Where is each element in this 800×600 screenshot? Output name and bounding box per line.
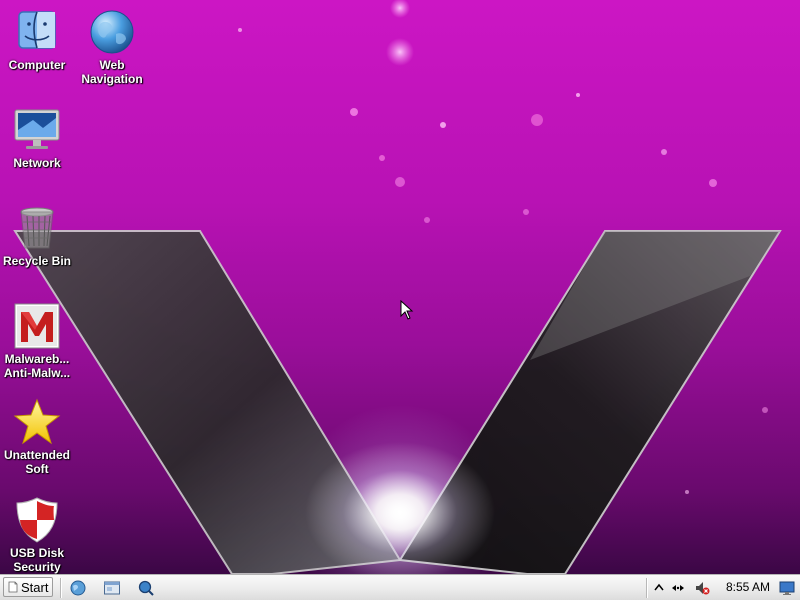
desktop-icon-label: Malwareb... Anti-Malw... xyxy=(3,352,71,380)
desktop-icon-network[interactable]: Network xyxy=(0,106,74,170)
taskbar-separator xyxy=(60,578,62,598)
monitor-icon xyxy=(14,109,60,149)
desktop[interactable]: Computer Web Navigation Network Recycle … xyxy=(0,0,800,574)
desktop-icon-label: Unattended Soft xyxy=(4,448,70,476)
desktop-icon-label: Computer xyxy=(8,58,66,72)
globe-icon xyxy=(90,10,134,54)
system-tray: 8:55 AM xyxy=(646,576,800,599)
desktop-icon-label: Web Navigation xyxy=(81,58,143,86)
quick-launch-folder-window-icon[interactable] xyxy=(103,579,121,597)
shield-icon xyxy=(16,497,58,543)
show-desktop-icon[interactable] xyxy=(779,580,795,596)
finder-face-icon xyxy=(18,11,56,49)
mouse-pointer-icon xyxy=(400,300,414,320)
taskbar: Start 8:55 AM xyxy=(0,574,800,600)
star-icon xyxy=(13,398,61,445)
quick-launch-magnifier-globe-icon[interactable] xyxy=(137,579,155,597)
start-page-icon xyxy=(8,581,18,593)
tray-separator xyxy=(646,578,648,598)
desktop-icon-web-navigation[interactable]: Web Navigation xyxy=(75,8,149,86)
trash-can-icon xyxy=(20,207,54,249)
desktop-icon-label: USB Disk Security xyxy=(9,546,65,574)
start-label: Start xyxy=(21,579,49,595)
malwarebytes-logo-icon xyxy=(14,303,60,349)
chevron-up-icon[interactable] xyxy=(651,580,667,596)
desktop-icon-label: Recycle Bin xyxy=(2,254,72,268)
desktop-icon-malwarebytes[interactable]: Malwareb... Anti-Malw... xyxy=(0,302,74,380)
desktop-icon-usb-disk-security[interactable]: USB Disk Security xyxy=(0,496,74,574)
quick-launch-globe-icon[interactable] xyxy=(69,579,87,597)
clock[interactable]: 8:55 AM xyxy=(726,580,770,594)
desktop-icon-unattended-soft[interactable]: Unattended Soft xyxy=(0,398,74,476)
desktop-icon-label: Network xyxy=(13,156,61,170)
start-button[interactable]: Start xyxy=(3,577,53,597)
network-arrows-icon[interactable] xyxy=(670,580,686,596)
speaker-muted-icon[interactable] xyxy=(694,580,710,596)
desktop-icon-recycle-bin[interactable]: Recycle Bin xyxy=(0,204,74,268)
desktop-icon-computer[interactable]: Computer xyxy=(0,8,74,72)
wallpaper-v-logo xyxy=(13,0,782,574)
